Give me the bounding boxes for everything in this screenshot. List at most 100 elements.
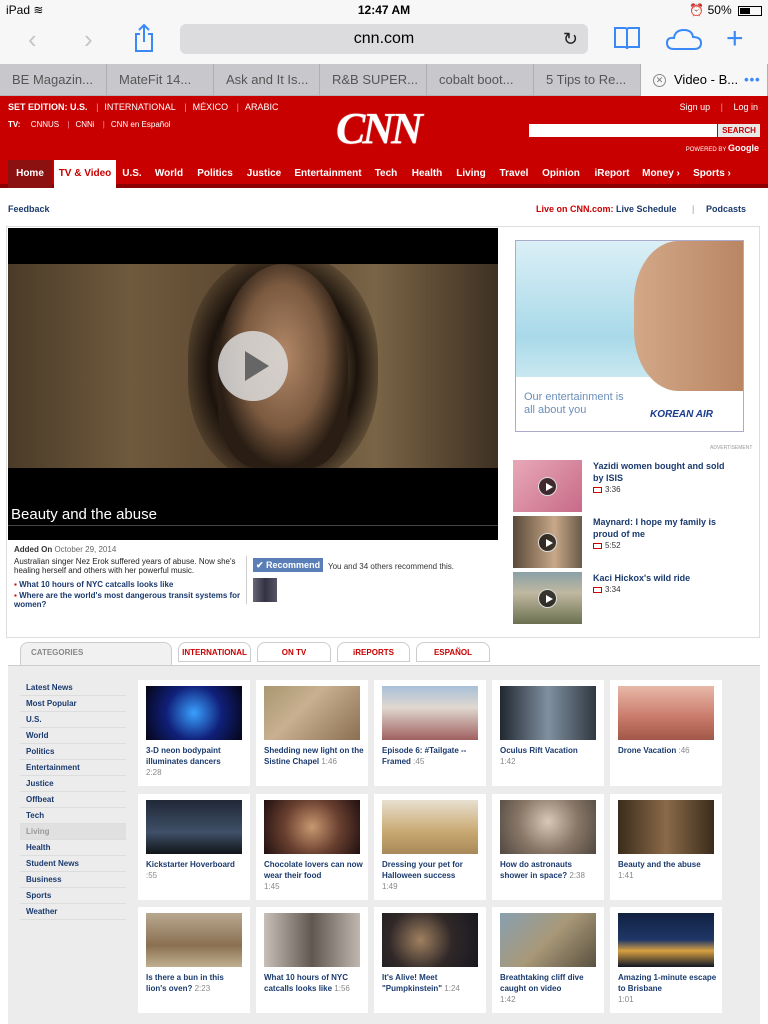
category-item[interactable]: U.S. xyxy=(20,712,126,728)
tv-link[interactable]: CNN en Español xyxy=(111,120,171,129)
search-input[interactable] xyxy=(529,124,717,137)
advertisement[interactable]: Our entertainment is all about you KOREAN… xyxy=(515,240,744,432)
category-item[interactable]: Most Popular xyxy=(20,696,126,712)
live-schedule-link[interactable]: Live Schedule xyxy=(616,204,677,214)
more-icon[interactable]: ••• xyxy=(744,72,761,87)
tab[interactable]: R&B SUPER... xyxy=(320,64,427,96)
nav-world[interactable]: World xyxy=(151,160,187,188)
video-card[interactable]: Dressing your pet for Halloween success 1… xyxy=(374,794,486,900)
tab-ireports[interactable]: iREPORTS xyxy=(337,642,410,662)
play-icon[interactable] xyxy=(538,477,557,496)
tab-active[interactable]: ✕ Video - B... ••• xyxy=(641,64,768,96)
video-thumbnail[interactable] xyxy=(618,800,714,854)
side-video[interactable]: Maynard: I hope my family is proud of me… xyxy=(513,516,753,568)
video-card[interactable]: How do astronauts shower in space? 2:38 xyxy=(492,794,604,900)
category-item[interactable]: Sports xyxy=(20,888,126,904)
video-thumbnail[interactable] xyxy=(382,686,478,740)
tab-categories[interactable]: CATEGORIES xyxy=(20,642,172,666)
nav-tech[interactable]: Tech xyxy=(370,160,402,188)
video-thumbnail[interactable] xyxy=(513,516,582,568)
video-thumbnail[interactable] xyxy=(146,686,242,740)
category-item[interactable]: Latest News xyxy=(20,680,126,696)
category-item-selected[interactable]: Living xyxy=(20,824,126,840)
category-item[interactable]: Justice xyxy=(20,776,126,792)
nav-politics[interactable]: Politics xyxy=(194,160,236,188)
video-thumbnail[interactable] xyxy=(513,460,582,512)
video-card[interactable]: Shedding new light on the Sistine Chapel… xyxy=(256,680,368,786)
category-item[interactable]: Student News xyxy=(20,856,126,872)
signup-link[interactable]: Sign up xyxy=(680,102,711,112)
nav-living[interactable]: Living xyxy=(452,160,490,188)
category-item[interactable]: Offbeat xyxy=(20,792,126,808)
video-card[interactable]: Breathtaking cliff dive caught on video 1… xyxy=(492,907,604,1013)
tab-espanol[interactable]: ESPAÑOL xyxy=(416,642,490,662)
side-video-title[interactable]: Yazidi women bought and sold by ISIS xyxy=(593,460,733,484)
edition-link[interactable]: INTERNATIONAL xyxy=(104,102,175,112)
tab[interactable]: BE Magazin... xyxy=(0,64,107,96)
video-card[interactable]: 3-D neon bodypaint illuminates dancers 2:… xyxy=(138,680,250,786)
address-bar[interactable]: cnn.com ↻ xyxy=(180,24,588,54)
nav-sports[interactable]: Sports › xyxy=(690,160,734,188)
tv-link[interactable]: CNNUS xyxy=(31,120,59,129)
video-thumbnail[interactable] xyxy=(264,913,360,967)
nav-tv-video[interactable]: TV & Video xyxy=(54,160,116,188)
video-thumbnail[interactable] xyxy=(146,913,242,967)
category-item[interactable]: Business xyxy=(20,872,126,888)
video-thumbnail[interactable] xyxy=(513,572,582,624)
video-card[interactable]: Kickstarter Hoverboard:55 xyxy=(138,794,250,900)
video-player[interactable]: Beauty and the abuse xyxy=(8,228,498,540)
nav-money[interactable]: Money › xyxy=(640,160,682,188)
video-thumbnail[interactable] xyxy=(618,913,714,967)
tab-on-tv[interactable]: ON TV xyxy=(257,642,331,662)
video-card[interactable]: What 10 hours of NYC catcalls looks like… xyxy=(256,907,368,1013)
video-thumbnail[interactable] xyxy=(264,686,360,740)
category-item[interactable]: Weather xyxy=(20,904,126,920)
edition-current[interactable]: U.S. xyxy=(70,102,88,112)
play-icon[interactable] xyxy=(538,533,557,552)
tab-international[interactable]: INTERNATIONAL xyxy=(178,642,251,662)
related-link[interactable]: ▪ Where are the world's most dangerous t… xyxy=(14,591,244,609)
category-item[interactable]: World xyxy=(20,728,126,744)
podcasts-link[interactable]: Podcasts xyxy=(706,204,746,214)
search-button[interactable]: SEARCH xyxy=(718,124,760,137)
video-thumbnail[interactable] xyxy=(264,800,360,854)
nav-health[interactable]: Health xyxy=(408,160,446,188)
related-link[interactable]: ▪ What 10 hours of NYC catcalls looks li… xyxy=(14,580,244,589)
video-card[interactable]: Amazing 1-minute escape to Brisbane 1:01 xyxy=(610,907,722,1013)
share-icon[interactable] xyxy=(134,23,154,56)
close-tab-icon[interactable]: ✕ xyxy=(653,74,666,88)
tab[interactable]: MateFit 14... xyxy=(107,64,214,96)
nav-travel[interactable]: Travel xyxy=(496,160,532,188)
play-icon[interactable] xyxy=(218,331,288,401)
category-item[interactable]: Health xyxy=(20,840,126,856)
nav-us[interactable]: U.S. xyxy=(118,160,146,188)
video-thumbnail[interactable] xyxy=(382,800,478,854)
reload-icon[interactable]: ↻ xyxy=(563,24,578,54)
video-card[interactable]: Drone Vacation :46 xyxy=(610,680,722,786)
back-icon[interactable]: ‹ xyxy=(28,26,37,52)
nav-entertainment[interactable]: Entertainment xyxy=(293,160,363,188)
nav-home[interactable]: Home xyxy=(8,160,52,188)
tv-link[interactable]: CNNi xyxy=(75,120,94,129)
category-item[interactable]: Tech xyxy=(20,808,126,824)
new-tab-icon[interactable]: + xyxy=(726,24,744,54)
video-thumbnail[interactable] xyxy=(500,913,596,967)
category-item[interactable]: Politics xyxy=(20,744,126,760)
icloud-tabs-icon[interactable] xyxy=(665,28,703,54)
video-thumbnail[interactable] xyxy=(382,913,478,967)
tab[interactable]: cobalt boot... xyxy=(427,64,534,96)
category-item[interactable]: Entertainment xyxy=(20,760,126,776)
cnn-logo[interactable]: CNN xyxy=(336,103,432,153)
video-thumbnail[interactable] xyxy=(500,686,596,740)
nav-ireport[interactable]: iReport xyxy=(591,160,633,188)
video-thumbnail[interactable] xyxy=(500,800,596,854)
video-card[interactable]: Oculus Rift Vacation 1:42 xyxy=(492,680,604,786)
video-thumbnail[interactable] xyxy=(146,800,242,854)
recommend-button[interactable]: ✔ Recommend xyxy=(253,558,323,572)
side-video[interactable]: Kaci Hickox's wild ride 3:34 xyxy=(513,572,753,624)
side-video-title[interactable]: Kaci Hickox's wild ride xyxy=(593,572,733,584)
video-card[interactable]: Beauty and the abuse 1:41 xyxy=(610,794,722,900)
side-video[interactable]: Yazidi women bought and sold by ISIS 3:3… xyxy=(513,460,753,512)
tab[interactable]: Ask and It Is... xyxy=(214,64,320,96)
forward-icon[interactable]: › xyxy=(84,26,93,52)
